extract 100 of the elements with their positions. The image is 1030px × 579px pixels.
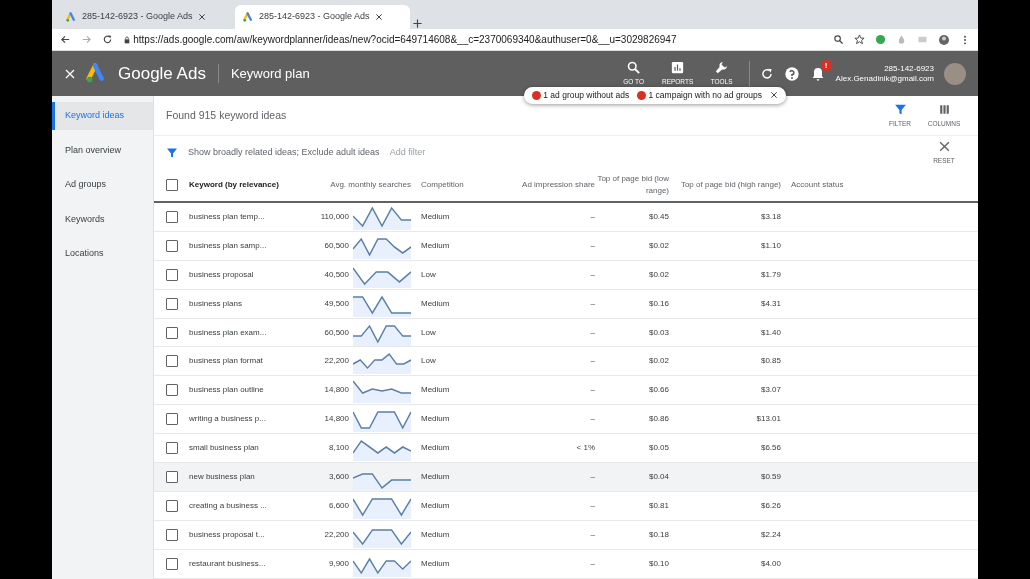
page-title: Keyword plan: [217, 63, 310, 84]
table-cell-text: $0.85: [759, 355, 781, 368]
row-checkbox[interactable]: [166, 413, 178, 426]
lock-icon: [123, 35, 131, 44]
table-row[interactable]: new business plan 3,600 Medium – $0.04 $0.59: [154, 463, 978, 493]
column-header[interactable]: Account status: [781, 179, 978, 192]
row-checkbox[interactable]: [166, 384, 178, 397]
table-cell[interactable]: business plans: [189, 297, 299, 310]
row-checkbox[interactable]: [166, 239, 178, 252]
refresh-icon[interactable]: [759, 66, 774, 81]
close-icon[interactable]: [374, 13, 383, 21]
profile-icon[interactable]: [938, 33, 950, 46]
column-header[interactable]: Avg. monthly searches: [299, 179, 411, 192]
column-header[interactable]: Competition: [411, 179, 499, 192]
table-row[interactable]: business proposal t... 22,200 Medium – $0.18 $2.24: [154, 521, 978, 551]
table-cell-text: $0.02: [647, 239, 669, 252]
back-icon[interactable]: [60, 34, 71, 45]
table-cell[interactable]: creating a business ...: [189, 500, 299, 513]
star-icon[interactable]: [854, 34, 865, 45]
filter-icon: [893, 102, 907, 116]
table-cell-text: –: [589, 326, 595, 339]
table-row[interactable]: business plan temp... 110,000 Medium – $0.45 $3.18: [154, 202, 978, 232]
alert-text: 1 campaign with no ad groups: [648, 89, 762, 102]
table-cell[interactable]: business plan samp...: [189, 239, 299, 252]
table-cell-text: $0.10: [647, 558, 669, 570]
table-row[interactable]: writing a business p... 14,800 Medium – $0.86 $13.01: [154, 405, 978, 435]
new-tab-icon[interactable]: [412, 18, 423, 29]
table-cell-text: $0.45: [647, 210, 669, 223]
table-cell[interactable]: new business plan: [189, 471, 299, 484]
close-icon: [937, 140, 951, 153]
row-checkbox[interactable]: [166, 355, 178, 368]
table-cell[interactable]: business plan outline: [189, 384, 299, 397]
table-cell[interactable]: restaurant business...: [189, 558, 299, 570]
sidebar-item[interactable]: Keywords: [52, 205, 153, 233]
row-checkbox[interactable]: [166, 529, 178, 542]
table-cell-text: $1.10: [759, 239, 781, 252]
help-icon[interactable]: [783, 65, 800, 82]
table-cell-text: 60,500: [323, 239, 349, 252]
zoom-icon[interactable]: [833, 34, 844, 45]
row-checkbox[interactable]: [166, 268, 178, 281]
table-cell[interactable]: business proposal t...: [189, 529, 299, 542]
sidebar-item[interactable]: Keyword ideas: [52, 102, 153, 130]
table-cell-text: Medium: [420, 210, 451, 223]
row-checkbox[interactable]: [166, 471, 178, 484]
table-cell[interactable]: business proposal: [189, 268, 299, 281]
alert-icon: [532, 90, 541, 100]
row-checkbox[interactable]: [166, 210, 178, 223]
column-header[interactable]: Top of page bid (low range): [595, 173, 669, 198]
table-cell[interactable]: business plan temp...: [189, 210, 299, 223]
select-all-checkbox[interactable]: [166, 179, 178, 192]
extension-icon[interactable]: [875, 34, 886, 45]
browser-tab[interactable]: 285-142-6923 - Google Ads: [58, 5, 233, 29]
filter-summary[interactable]: Show broadly related ideas; Exclude adult ideas: [188, 146, 380, 160]
table-row[interactable]: business plans 49,500 Medium – $0.16 $4.31: [154, 289, 978, 319]
table-cell[interactable]: business plan format: [189, 355, 299, 368]
sidebar-item[interactable]: Locations: [52, 240, 153, 268]
table-cell-text: $0.59: [759, 471, 781, 484]
table-cell[interactable]: writing a business p...: [189, 413, 299, 426]
table-row[interactable]: business proposal 40,500 Low – $0.02 $1.79: [154, 260, 978, 290]
close-icon[interactable]: [197, 13, 206, 21]
table-cell-text: $3.07: [759, 384, 781, 397]
table-cell-text: $0.81: [647, 500, 669, 513]
table-cell-text: Low: [420, 355, 437, 368]
sidebar-item[interactable]: Plan overview: [52, 136, 153, 164]
browser-tab[interactable]: 285-142-6923 - Google Ads: [235, 5, 410, 29]
table-row[interactable]: creating a business ... 6,600 Medium – $0.81 $6.26: [154, 492, 978, 522]
table-cell-text: –: [589, 355, 595, 368]
table-row[interactable]: restaurant business... 9,900 Medium – $0.10 $4.00: [154, 550, 978, 579]
table-cell[interactable]: small business plan: [189, 442, 299, 455]
table-row[interactable]: business plan format 22,200 Low – $0.02 $0.85: [154, 347, 978, 377]
table-cell-text: Medium: [420, 297, 451, 310]
column-header[interactable]: Top of page bid (high range): [669, 179, 781, 192]
table-row[interactable]: business plan samp... 60,500 Medium – $0.02 $1.10: [154, 231, 978, 261]
search-icon: [626, 60, 642, 76]
close-icon[interactable]: [769, 91, 778, 100]
table-cell-text: 14,800: [323, 384, 349, 397]
product-name: Google Ads: [118, 62, 206, 85]
address-bar[interactable]: https://ads.google.com/aw/keywordplanner/ideas/new?ocid=649714608&__c=2370069340&authuser=0&__u=3029826947: [123, 32, 823, 47]
row-checkbox[interactable]: [166, 442, 178, 455]
wrench-icon: [714, 60, 730, 76]
sidebar-item[interactable]: Ad groups: [52, 171, 153, 199]
row-checkbox[interactable]: [166, 326, 178, 339]
table-cell-text: $0.16: [647, 297, 669, 310]
column-header[interactable]: Keyword (by relevance): [189, 179, 299, 192]
table-cell-text: $0.02: [647, 355, 669, 368]
table-cell-text: 22,200: [323, 529, 349, 542]
table-row[interactable]: business plan exam... 60,500 Low – $0.03 $1.40: [154, 318, 978, 348]
table-row[interactable]: business plan outline 14,800 Medium – $0.66 $3.07: [154, 376, 978, 406]
row-checkbox[interactable]: [166, 500, 178, 513]
table-cell-text: –: [589, 558, 595, 570]
table-cell-text: 6,600: [327, 500, 349, 513]
row-checkbox[interactable]: [166, 297, 178, 310]
column-header[interactable]: Ad impression share: [499, 179, 595, 192]
row-checkbox[interactable]: [166, 558, 178, 570]
table-cell-text: $13.01: [755, 413, 781, 426]
table-cell[interactable]: business plan exam...: [189, 326, 299, 339]
reload-icon[interactable]: [102, 34, 113, 45]
table-cell-text: 8,100: [327, 442, 349, 455]
filter-icon[interactable]: [166, 146, 178, 159]
trend-sparkline: [353, 377, 411, 404]
